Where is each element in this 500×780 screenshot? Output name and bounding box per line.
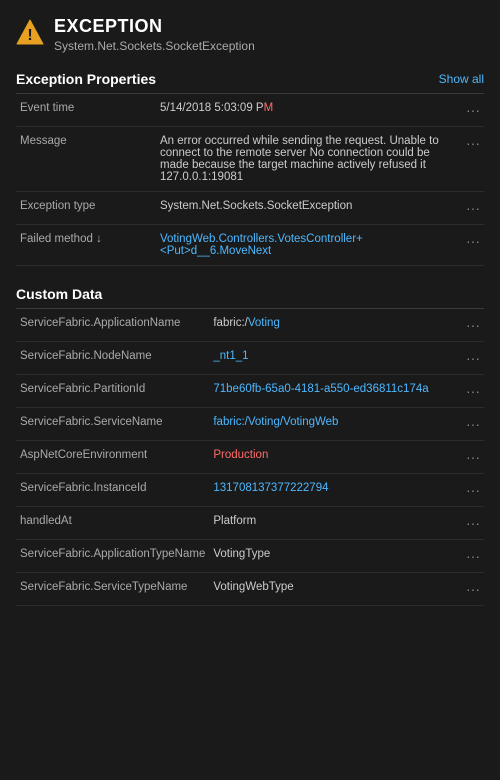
prop-value-failed-method: VotingWeb.Controllers.VotesController+<P… bbox=[156, 225, 460, 266]
prop-name-service-type-name: ServiceFabric.ServiceTypeName bbox=[16, 573, 209, 606]
exception-header: ! EXCEPTION System.Net.Sockets.SocketExc… bbox=[16, 16, 484, 53]
table-row: ServiceFabric.NodeName _nt1_1 ··· bbox=[16, 342, 484, 375]
prop-actions-aspnet-env[interactable]: ··· bbox=[460, 441, 484, 474]
prop-actions-instance-id[interactable]: ··· bbox=[460, 474, 484, 507]
table-row: ServiceFabric.ServiceTypeName VotingWebT… bbox=[16, 573, 484, 606]
prop-name-message: Message bbox=[16, 127, 156, 192]
prop-actions-service-type-name[interactable]: ··· bbox=[460, 573, 484, 606]
table-row: ServiceFabric.PartitionId 71be60fb-65a0-… bbox=[16, 375, 484, 408]
app-name-prefix: fabric:/ bbox=[213, 317, 248, 329]
prop-value-service-name: fabric:/Voting/VotingWeb bbox=[209, 408, 460, 441]
table-row: ServiceFabric.InstanceId 131708137377222… bbox=[16, 474, 484, 507]
prop-actions-event-time[interactable]: ··· bbox=[460, 94, 484, 127]
prop-name-app-type-name: ServiceFabric.ApplicationTypeName bbox=[16, 540, 209, 573]
exception-title-group: EXCEPTION System.Net.Sockets.SocketExcep… bbox=[54, 16, 255, 53]
custom-data-header: Custom Data bbox=[16, 286, 484, 309]
prop-value-message: An error occurred while sending the requ… bbox=[156, 127, 460, 192]
table-row: AspNetCoreEnvironment Production ··· bbox=[16, 441, 484, 474]
table-row: Event time 5/14/2018 5:03:09 PM ··· bbox=[16, 94, 484, 127]
prop-name-handled-at: handledAt bbox=[16, 507, 209, 540]
prop-name-app-name: ServiceFabric.ApplicationName bbox=[16, 309, 209, 342]
exception-title: EXCEPTION bbox=[54, 16, 255, 37]
custom-data-section: Custom Data ServiceFabric.ApplicationNam… bbox=[16, 286, 484, 606]
prop-name-instance-id: ServiceFabric.InstanceId bbox=[16, 474, 209, 507]
table-row: ServiceFabric.ApplicationName fabric:/Vo… bbox=[16, 309, 484, 342]
warning-icon: ! bbox=[16, 18, 44, 46]
table-row: Message An error occurred while sending … bbox=[16, 127, 484, 192]
prop-name-aspnet-env: AspNetCoreEnvironment bbox=[16, 441, 209, 474]
svg-text:!: ! bbox=[27, 27, 32, 44]
instance-id-link[interactable]: 131708137377222794 bbox=[213, 482, 328, 494]
prop-name-event-time: Event time bbox=[16, 94, 156, 127]
event-time-highlight: M bbox=[264, 102, 274, 114]
prop-actions-node-name[interactable]: ··· bbox=[460, 342, 484, 375]
custom-data-title: Custom Data bbox=[16, 286, 102, 302]
prop-actions-partition-id[interactable]: ··· bbox=[460, 375, 484, 408]
prop-actions-app-name[interactable]: ··· bbox=[460, 309, 484, 342]
app-name-link[interactable]: Voting bbox=[248, 317, 280, 329]
service-name-link[interactable]: fabric:/Voting/VotingWeb bbox=[213, 416, 338, 428]
prop-value-aspnet-env: Production bbox=[209, 441, 460, 474]
prop-value-instance-id: 131708137377222794 bbox=[209, 474, 460, 507]
prop-value-service-type-name: VotingWebType bbox=[209, 573, 460, 606]
prop-actions-failed-method[interactable]: ··· bbox=[460, 225, 484, 266]
table-row: Failed method ↓ VotingWeb.Controllers.Vo… bbox=[16, 225, 484, 266]
aspnet-env-value: Production bbox=[213, 449, 268, 461]
table-row: handledAt Platform ··· bbox=[16, 507, 484, 540]
prop-name-exception-type: Exception type bbox=[16, 192, 156, 225]
exception-properties-header: Exception Properties Show all bbox=[16, 71, 484, 94]
prop-value-app-type-name: VotingType bbox=[209, 540, 460, 573]
prop-value-event-time: 5/14/2018 5:03:09 PM bbox=[156, 94, 460, 127]
exception-properties-table: Event time 5/14/2018 5:03:09 PM ··· Mess… bbox=[16, 94, 484, 266]
table-row: ServiceFabric.ApplicationTypeName Voting… bbox=[16, 540, 484, 573]
prop-value-handled-at: Platform bbox=[209, 507, 460, 540]
prop-value-partition-id: 71be60fb-65a0-4181-a550-ed36811c174a bbox=[209, 375, 460, 408]
table-row: ServiceFabric.ServiceName fabric:/Voting… bbox=[16, 408, 484, 441]
prop-actions-service-name[interactable]: ··· bbox=[460, 408, 484, 441]
exception-properties-title: Exception Properties bbox=[16, 71, 156, 87]
prop-name-node-name: ServiceFabric.NodeName bbox=[16, 342, 209, 375]
prop-value-node-name: _nt1_1 bbox=[209, 342, 460, 375]
prop-value-app-name: fabric:/Voting bbox=[209, 309, 460, 342]
prop-actions-app-type-name[interactable]: ··· bbox=[460, 540, 484, 573]
page-container: ! EXCEPTION System.Net.Sockets.SocketExc… bbox=[0, 0, 500, 642]
table-row: Exception type System.Net.Sockets.Socket… bbox=[16, 192, 484, 225]
prop-name-failed-method: Failed method ↓ bbox=[16, 225, 156, 266]
prop-name-service-name: ServiceFabric.ServiceName bbox=[16, 408, 209, 441]
custom-data-table: ServiceFabric.ApplicationName fabric:/Vo… bbox=[16, 309, 484, 606]
show-all-link[interactable]: Show all bbox=[439, 72, 484, 86]
exception-subtitle: System.Net.Sockets.SocketException bbox=[54, 39, 255, 53]
prop-actions-handled-at[interactable]: ··· bbox=[460, 507, 484, 540]
node-name-link[interactable]: _nt1_1 bbox=[213, 350, 248, 362]
prop-actions-exception-type[interactable]: ··· bbox=[460, 192, 484, 225]
prop-actions-message[interactable]: ··· bbox=[460, 127, 484, 192]
prop-name-partition-id: ServiceFabric.PartitionId bbox=[16, 375, 209, 408]
partition-id-link[interactable]: 71be60fb-65a0-4181-a550-ed36811c174a bbox=[213, 383, 428, 395]
prop-value-exception-type: System.Net.Sockets.SocketException bbox=[156, 192, 460, 225]
failed-method-link[interactable]: VotingWeb.Controllers.VotesController+<P… bbox=[160, 233, 363, 257]
